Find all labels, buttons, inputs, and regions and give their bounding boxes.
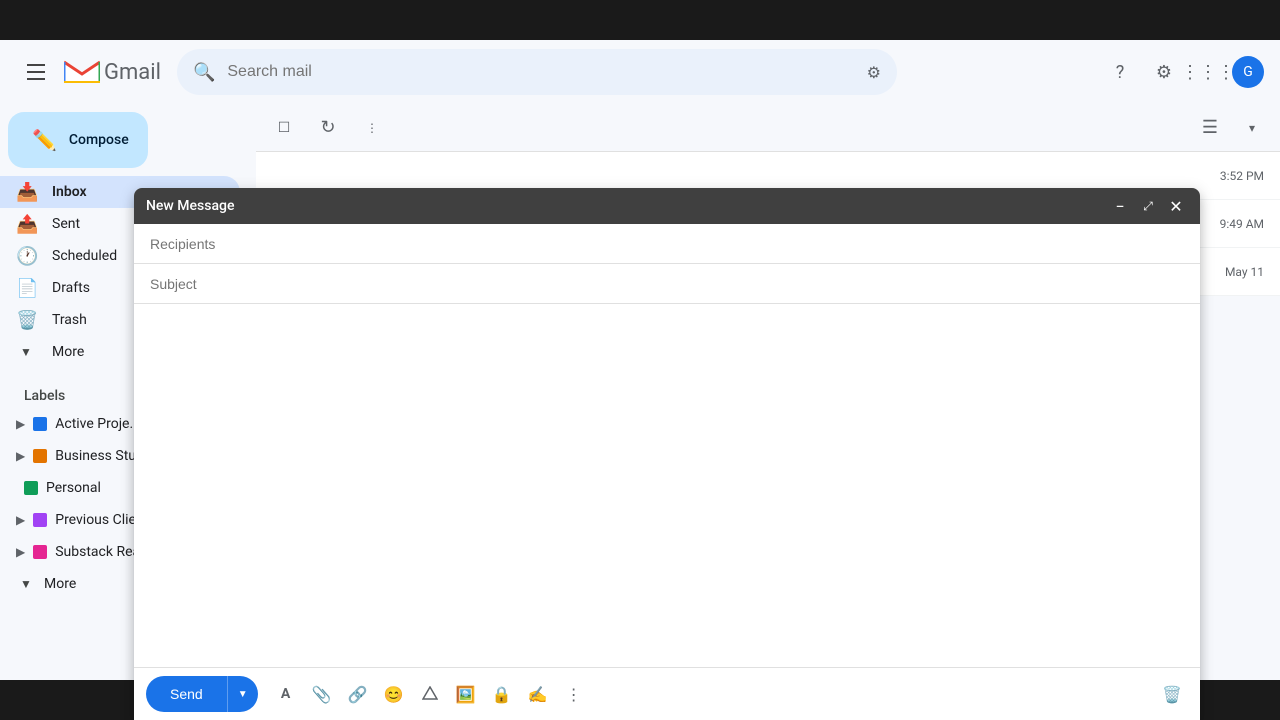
topbar-right: ? ⚙ ⋮⋮⋮ G xyxy=(1100,52,1264,92)
select-all-checkbox[interactable]: ☐ xyxy=(264,108,304,148)
hamburger-icon xyxy=(27,64,45,80)
formatting-button[interactable]: A xyxy=(270,678,302,710)
label-dot-personal xyxy=(24,481,38,495)
compose-footer: Send ▼ A 📎 🔗 😊 🖼️ 🔒 ✍️ ⋮ 🗑️ xyxy=(134,667,1200,720)
more-options-button[interactable]: ⋮ xyxy=(558,678,590,710)
recipients-input[interactable] xyxy=(150,236,1184,252)
more-nav-icon: ▼ xyxy=(16,345,36,359)
email-time: 3:52 PM xyxy=(1220,169,1264,183)
scheduled-icon: 🕐 xyxy=(16,246,36,267)
label-dot-business-stuff xyxy=(33,449,47,463)
sent-icon: 📤 xyxy=(16,214,36,235)
subject-field[interactable] xyxy=(134,264,1200,304)
discard-draft-button[interactable]: 🗑️ xyxy=(1156,678,1188,710)
drive-icon xyxy=(422,686,438,702)
more-toolbar-button[interactable]: ⋮ xyxy=(352,108,392,148)
compose-controls: − ⤢ ✕ xyxy=(1108,194,1188,218)
compose-body[interactable] xyxy=(134,304,1200,667)
compose-minimize-button[interactable]: − xyxy=(1108,194,1132,218)
compose-label: Compose xyxy=(69,132,129,148)
menu-button[interactable] xyxy=(16,52,56,92)
search-options-icon[interactable]: ⚙ xyxy=(867,63,881,82)
sidebar-item-sent-label: Sent xyxy=(52,216,80,232)
sidebar-item-inbox-label: Inbox xyxy=(52,184,87,200)
photo-button[interactable]: 🖼️ xyxy=(450,678,482,710)
drive-button[interactable] xyxy=(414,678,446,710)
label-dot-previous-clients xyxy=(33,513,47,527)
compose-header[interactable]: New Message − ⤢ ✕ xyxy=(134,188,1200,224)
compose-dialog: New Message − ⤢ ✕ Send ▼ A 📎 🔗 😊 xyxy=(134,188,1200,720)
send-button[interactable]: Send xyxy=(146,676,227,712)
search-input[interactable] xyxy=(227,63,854,81)
compose-pencil-icon: ✏️ xyxy=(32,128,57,152)
inbox-icon: 📥 xyxy=(16,182,36,203)
trash-nav-icon: 🗑️ xyxy=(16,310,36,331)
label-arrow-previous-clients: ▶ xyxy=(16,513,25,527)
email-time: May 11 xyxy=(1225,265,1264,279)
label-arrow-active-projects: ▶ xyxy=(16,417,25,431)
search-bar[interactable]: 🔍 ⚙ xyxy=(177,49,897,95)
gmail-text: Gmail xyxy=(104,60,161,85)
emoji-button[interactable]: 😊 xyxy=(378,678,410,710)
label-dot-substack xyxy=(33,545,47,559)
sidebar-item-more-label: More xyxy=(52,344,84,360)
apps-button[interactable]: ⋮⋮⋮ xyxy=(1188,52,1228,92)
help-button[interactable]: ? xyxy=(1100,52,1140,92)
signature-button[interactable]: ✍️ xyxy=(522,678,554,710)
email-time: 9:49 AM xyxy=(1220,217,1264,231)
labels-more-icon: ▼ xyxy=(16,577,36,591)
recipients-field[interactable] xyxy=(134,224,1200,264)
compose-button[interactable]: ✏️ Compose xyxy=(8,112,148,168)
lock-button[interactable]: 🔒 xyxy=(486,678,518,710)
compose-close-button[interactable]: ✕ xyxy=(1164,194,1188,218)
compose-dialog-title: New Message xyxy=(146,198,1108,214)
send-dropdown-button[interactable]: ▼ xyxy=(227,676,258,712)
email-toolbar: ☐ ↻ ⋮ ☰ ▾ xyxy=(256,104,1280,152)
account-avatar[interactable]: G xyxy=(1232,56,1264,88)
sidebar-item-drafts-label: Drafts xyxy=(52,280,90,296)
label-arrow-substack: ▶ xyxy=(16,545,25,559)
sidebar-item-scheduled-label: Scheduled xyxy=(52,248,117,264)
top-overlay xyxy=(0,0,1280,40)
compose-expand-button[interactable]: ⤢ xyxy=(1136,194,1160,218)
label-dot-active-projects xyxy=(33,417,47,431)
view-options-button[interactable]: ▾ xyxy=(1232,108,1272,148)
list-view-button[interactable]: ☰ xyxy=(1190,108,1230,148)
send-dropdown-arrow: ▼ xyxy=(238,689,248,700)
label-text-personal: Personal xyxy=(46,480,101,496)
link-button[interactable]: 🔗 xyxy=(342,678,374,710)
gmail-logo: Gmail xyxy=(64,58,161,86)
topbar: Gmail 🔍 ⚙ ? ⚙ ⋮⋮⋮ G xyxy=(0,40,1280,104)
send-button-group: Send ▼ xyxy=(146,676,258,712)
list-view-toggle: ☰ ▾ xyxy=(1190,108,1272,148)
settings-button[interactable]: ⚙ xyxy=(1144,52,1184,92)
gmail-m-icon xyxy=(64,58,100,86)
sidebar-item-trash-label: Trash xyxy=(52,312,87,328)
search-icon: 🔍 xyxy=(193,62,215,83)
subject-input[interactable] xyxy=(150,276,1184,292)
label-arrow-business-stuff: ▶ xyxy=(16,449,25,463)
label-text-active-projects: Active Proje... xyxy=(55,416,140,432)
drafts-icon: 📄 xyxy=(16,278,36,299)
labels-more-label: More xyxy=(44,576,76,592)
refresh-button[interactable]: ↻ xyxy=(308,108,348,148)
attach-button[interactable]: 📎 xyxy=(306,678,338,710)
